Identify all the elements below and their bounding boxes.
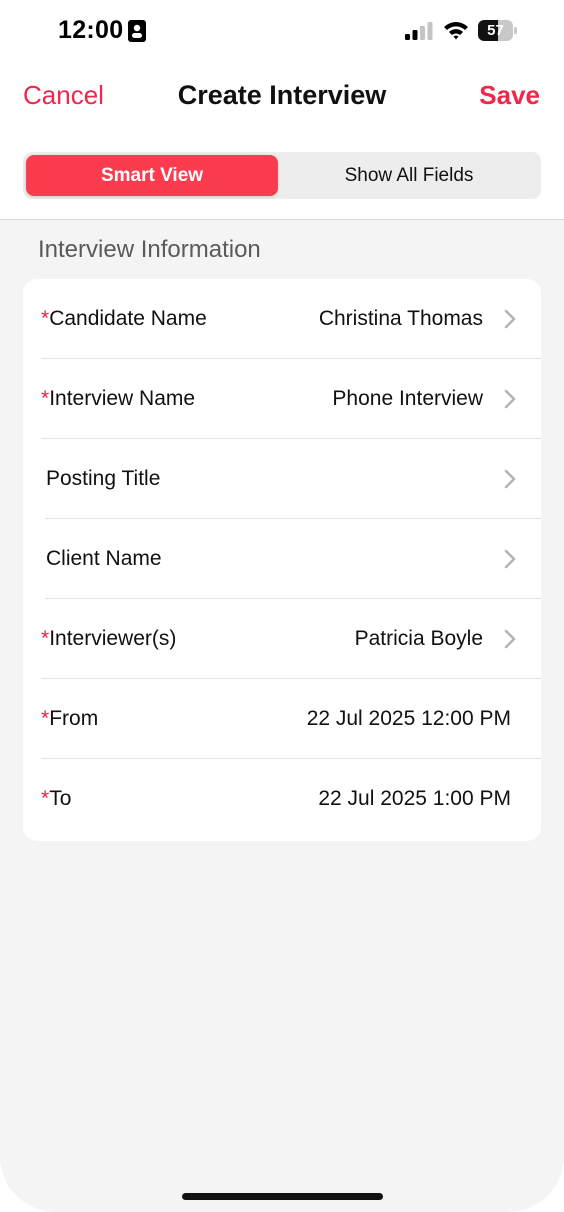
wifi-icon	[444, 22, 468, 40]
interviewers-row[interactable]: *Interviewer(s) Patricia Boyle	[23, 599, 541, 679]
candidate-name-row[interactable]: *Candidate Name Christina Thomas	[23, 279, 541, 359]
interview-name-value: Phone Interview	[332, 387, 483, 410]
field-label: *Interview Name	[41, 387, 196, 410]
posting-title-row[interactable]: Posting Title	[23, 439, 541, 519]
chevron-right-icon	[504, 549, 516, 569]
field-label: *Interviewer(s)	[41, 627, 177, 650]
cancel-button[interactable]: Cancel	[23, 80, 104, 111]
cellular-signal-icon	[405, 22, 433, 40]
interviewers-value: Patricia Boyle	[354, 627, 483, 650]
view-mode-segmented-control: Smart View Show All Fields	[23, 152, 541, 199]
smart-view-tab[interactable]: Smart View	[26, 155, 278, 196]
show-all-fields-tab[interactable]: Show All Fields	[280, 155, 538, 196]
status-time: 12:00	[58, 16, 124, 44]
contact-card-icon	[128, 20, 146, 42]
battery-icon: 57	[478, 20, 517, 41]
interview-name-row[interactable]: *Interview Name Phone Interview	[23, 359, 541, 439]
field-label: Client Name	[46, 547, 162, 570]
section-title: Interview Information	[38, 236, 261, 263]
to-datetime-value: 22 Jul 2025 1:00 PM	[318, 787, 511, 810]
required-marker: *	[41, 707, 50, 730]
required-marker: *	[41, 787, 50, 810]
field-label: *Candidate Name	[41, 307, 207, 330]
interview-form-card: *Candidate Name Christina Thomas *Interv…	[23, 279, 541, 841]
chevron-right-icon	[504, 309, 516, 329]
from-datetime-value: 22 Jul 2025 12:00 PM	[306, 707, 511, 730]
home-indicator[interactable]	[182, 1193, 383, 1200]
required-marker: *	[41, 307, 50, 330]
required-marker: *	[41, 627, 50, 650]
chevron-right-icon	[504, 389, 516, 409]
candidate-name-value: Christina Thomas	[318, 307, 483, 330]
field-label: *From	[41, 707, 99, 730]
chevron-right-icon	[504, 629, 516, 649]
battery-percentage: 57	[487, 22, 504, 39]
save-button[interactable]: Save	[479, 80, 540, 111]
header-area: 12:00 57 Cancel Create Interview Save Sm…	[0, 0, 564, 220]
from-datetime-row[interactable]: *From 22 Jul 2025 12:00 PM	[23, 679, 541, 759]
required-marker: *	[41, 387, 50, 410]
chevron-right-icon	[504, 469, 516, 489]
client-name-row[interactable]: Client Name	[23, 519, 541, 599]
create-interview-screen: 12:00 57 Cancel Create Interview Save Sm…	[0, 0, 564, 1212]
field-label: *To	[41, 787, 72, 810]
field-label: Posting Title	[46, 467, 161, 490]
to-datetime-row[interactable]: *To 22 Jul 2025 1:00 PM	[23, 759, 541, 839]
